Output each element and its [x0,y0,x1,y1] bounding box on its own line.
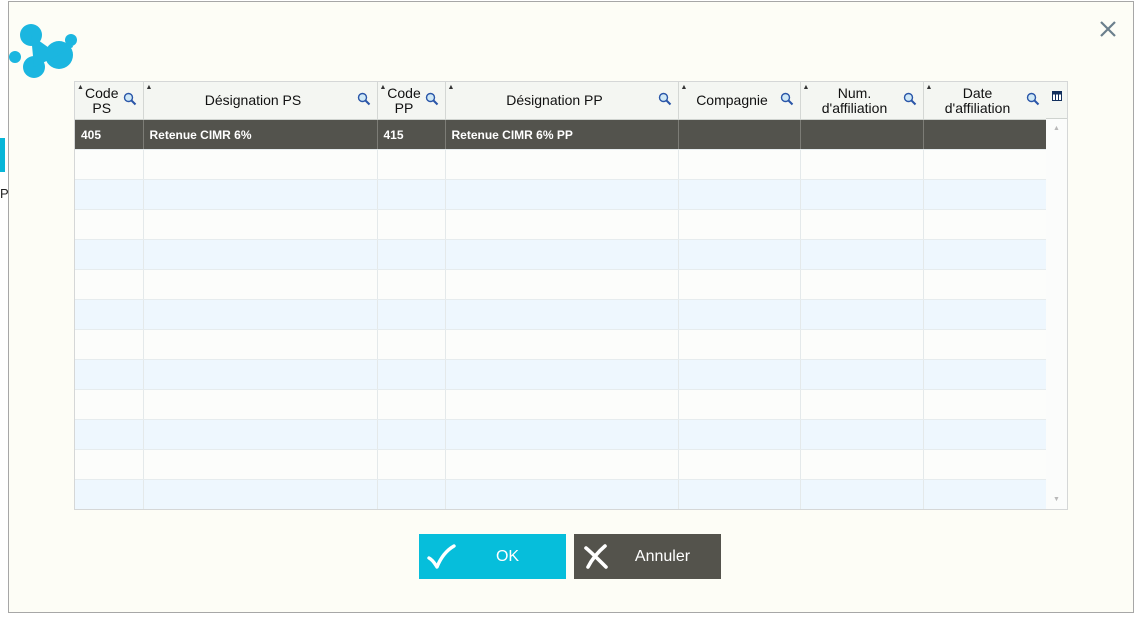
search-icon[interactable] [903,92,917,106]
data-grid: ▲ Code PS ▲ Désignation PS ▲ Code PP ▲ D… [74,81,1068,510]
sort-arrows-icon[interactable]: ▲ [77,84,84,91]
sort-arrows-icon[interactable]: ▲ [448,84,455,91]
search-icon[interactable] [658,92,672,106]
cell-compagnie[interactable] [678,119,801,150]
empty-row [75,329,1047,360]
x-cross-icon [574,534,618,579]
scroll-down-icon[interactable]: ▼ [1053,496,1060,503]
empty-row [75,419,1047,450]
table-row[interactable]: 405 Retenue CIMR 6% 415 Retenue CIMR 6% … [75,119,1047,150]
vertical-scrollbar[interactable]: ▲ ▼ [1046,119,1067,509]
empty-row [75,359,1047,390]
search-icon[interactable] [357,92,371,106]
search-icon[interactable] [425,92,439,106]
empty-row [75,179,1047,210]
cell-num-affiliation[interactable] [800,119,924,150]
scroll-up-icon[interactable]: ▲ [1053,125,1060,132]
search-icon[interactable] [1026,92,1040,106]
close-icon[interactable] [1095,16,1121,42]
sort-arrows-icon[interactable]: ▲ [926,84,933,91]
column-header-code-ps[interactable]: ▲ Code PS [75,82,144,120]
sort-arrows-icon[interactable]: ▲ [803,84,810,91]
grid-table: ▲ Code PS ▲ Désignation PS ▲ Code PP ▲ D… [75,82,1047,509]
empty-row [75,449,1047,480]
empty-row [75,209,1047,240]
empty-row [75,479,1047,509]
cell-date-affiliation[interactable] [923,119,1047,150]
background-tab-indicator [0,138,5,172]
cancel-button[interactable]: Annuler [574,534,721,579]
column-chooser-icon[interactable] [1046,82,1067,119]
column-header-designation-ps[interactable]: ▲ Désignation PS [143,82,378,120]
search-icon[interactable] [123,92,137,106]
cell-code-ps[interactable]: 405 [75,119,144,150]
selection-dialog: ▲ Code PS ▲ Désignation PS ▲ Code PP ▲ D… [8,1,1134,613]
empty-row [75,149,1047,180]
grid-header-row: ▲ Code PS ▲ Désignation PS ▲ Code PP ▲ D… [75,82,1047,120]
ok-button[interactable]: OK [419,534,566,579]
empty-row [75,299,1047,330]
sort-arrows-icon[interactable]: ▲ [380,84,387,91]
column-header-designation-pp[interactable]: ▲ Désignation PP [445,82,679,120]
column-header-code-pp[interactable]: ▲ Code PP [377,82,446,120]
empty-row [75,269,1047,300]
empty-row [75,389,1047,420]
sort-arrows-icon[interactable]: ▲ [146,84,153,91]
cell-code-pp[interactable]: 415 [377,119,446,150]
search-icon[interactable] [780,92,794,106]
column-header-compagnie[interactable]: ▲ Compagnie [678,82,801,120]
sort-arrows-icon[interactable]: ▲ [681,84,688,91]
empty-row [75,239,1047,270]
bubbles-logo-icon [9,24,77,78]
cell-designation-ps[interactable]: Retenue CIMR 6% [143,119,378,150]
column-header-date-affiliation[interactable]: ▲ Date d'affiliation [923,82,1047,120]
column-header-num-affiliation[interactable]: ▲ Num. d'affiliation [800,82,924,120]
cell-designation-pp[interactable]: Retenue CIMR 6% PP [445,119,679,150]
checkmark-icon [419,534,463,579]
